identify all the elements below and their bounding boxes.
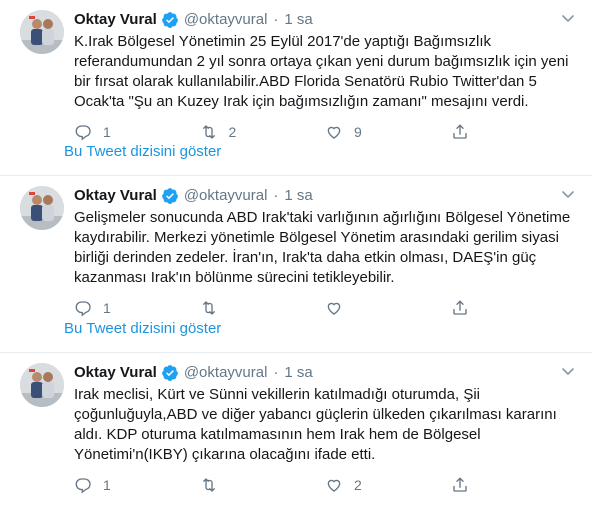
tweet-actions: 1 2 9: [74, 122, 576, 142]
avatar[interactable]: [20, 186, 64, 230]
tweet-header: Oktay Vural @oktayvural · 1 sa: [74, 186, 576, 206]
author-handle[interactable]: @oktayvural: [184, 363, 268, 383]
retweet-icon: [202, 478, 215, 492]
show-thread-link[interactable]: Bu Tweet dizisini göster: [64, 142, 221, 162]
like-count: 9: [354, 124, 362, 140]
chevron-down-icon[interactable]: [560, 363, 576, 379]
share-button[interactable]: [451, 123, 577, 141]
avatar[interactable]: [20, 363, 64, 407]
avatar[interactable]: [20, 10, 64, 54]
retweet-count: 2: [228, 124, 237, 140]
author-name[interactable]: Oktay Vural: [74, 363, 157, 383]
tweet-content: Oktay Vural @oktayvural · 1 sa Irak mecl…: [74, 363, 576, 509]
tweet-header: Oktay Vural @oktayvural · 1 sa: [74, 363, 576, 383]
chevron-down-icon[interactable]: [560, 10, 576, 26]
heart-icon: [327, 479, 341, 492]
author-name[interactable]: Oktay Vural: [74, 10, 157, 30]
retweet-button[interactable]: [200, 476, 326, 494]
like-button[interactable]: 9: [325, 123, 451, 141]
retweet-button[interactable]: 2: [200, 123, 326, 141]
heart-icon: [327, 302, 341, 315]
retweet-icon: [202, 301, 215, 315]
tweet-feed: Oktay Vural @oktayvural · 1 sa K.Irak Bö…: [0, 0, 592, 509]
tweet-item[interactable]: Oktay Vural @oktayvural · 1 sa K.Irak Bö…: [0, 0, 592, 176]
separator-dot: ·: [273, 364, 279, 381]
share-icon: [452, 477, 467, 492]
tweet-actions: 1: [74, 298, 576, 318]
reply-button[interactable]: 1: [74, 299, 200, 317]
share-icon: [452, 300, 467, 315]
share-button[interactable]: [451, 299, 577, 317]
like-button[interactable]: [325, 299, 451, 317]
author-handle[interactable]: @oktayvural: [184, 186, 268, 206]
tweet-item[interactable]: Oktay Vural @oktayvural · 1 sa Irak mecl…: [0, 353, 592, 509]
reply-icon: [75, 478, 91, 494]
reply-count: 1: [103, 477, 111, 493]
reply-count: 1: [103, 124, 111, 140]
like-button[interactable]: 2: [325, 476, 451, 494]
tweet-text: Irak meclisi, Kürt ve Sünni vekillerin k…: [74, 386, 557, 463]
reply-count: 1: [103, 300, 111, 316]
share-icon: [452, 124, 467, 139]
tweet-timestamp[interactable]: 1 sa: [284, 186, 312, 206]
chevron-down-icon[interactable]: [560, 186, 576, 202]
separator-dot: ·: [273, 187, 279, 204]
separator-dot: ·: [273, 11, 279, 28]
author-name[interactable]: Oktay Vural: [74, 186, 157, 206]
show-thread-link[interactable]: Bu Tweet dizisini göster: [64, 319, 221, 339]
verified-badge-icon: [161, 12, 178, 28]
like-count: 2: [354, 477, 362, 493]
reply-icon: [75, 125, 91, 141]
retweet-button[interactable]: [200, 299, 326, 317]
reply-icon: [75, 301, 91, 317]
verified-badge-icon: [161, 365, 178, 381]
tweet-item[interactable]: Oktay Vural @oktayvural · 1 sa Gelişmele…: [0, 176, 592, 353]
heart-icon: [327, 126, 341, 139]
retweet-icon: [202, 125, 215, 139]
tweet-timestamp[interactable]: 1 sa: [284, 10, 312, 30]
tweet-actions: 1 2: [74, 475, 576, 495]
reply-button[interactable]: 1: [74, 123, 200, 141]
reply-button[interactable]: 1: [74, 476, 200, 494]
tweet-header: Oktay Vural @oktayvural · 1 sa: [74, 10, 576, 30]
verified-badge-icon: [161, 188, 178, 204]
tweet-text: Gelişmeler sonucunda ABD Irak'taki varlı…: [74, 209, 571, 286]
tweet-text: K.Irak Bölgesel Yönetimin 25 Eylül 2017'…: [74, 33, 569, 110]
author-handle[interactable]: @oktayvural: [184, 10, 268, 30]
tweet-timestamp[interactable]: 1 sa: [284, 363, 312, 383]
share-button[interactable]: [451, 476, 577, 494]
